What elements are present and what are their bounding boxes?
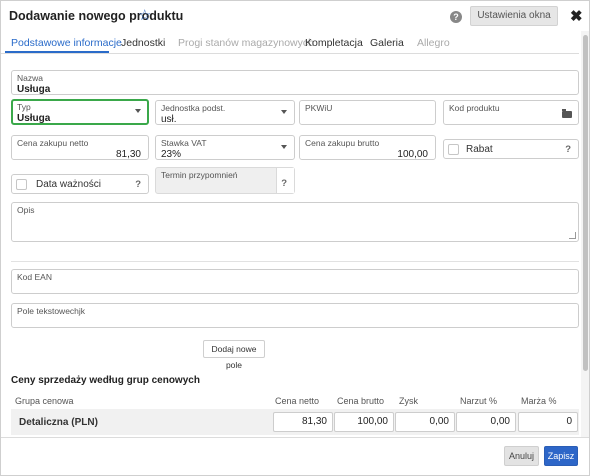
tab-basic-info[interactable]: Podstawowe informacje: [11, 37, 122, 49]
price-groups-title: Ceny sprzedaży według grup cenowych: [11, 375, 200, 386]
tab-gallery[interactable]: Galeria: [370, 37, 404, 49]
price-header-gross: Cena brutto: [337, 396, 385, 406]
tab-units[interactable]: Jednostki: [121, 37, 165, 49]
chevron-down-icon: [135, 109, 141, 113]
discount-field: Rabat ?: [443, 139, 579, 159]
purchase-gross-price-value: 100,00: [397, 149, 428, 160]
price-group-name: Detaliczna (PLN): [19, 417, 98, 428]
tab-stock-thresholds: Progi stanów magazynowych: [178, 37, 314, 49]
folder-icon[interactable]: [562, 109, 572, 118]
resize-handle-icon[interactable]: [569, 232, 576, 239]
chevron-down-icon: [281, 145, 287, 149]
save-button[interactable]: Zapisz: [544, 446, 578, 466]
dialog-title: Dodawanie nowego produktu: [9, 9, 184, 23]
reminder-term-label: Termin przypomnień: [161, 170, 238, 180]
chevron-down-icon: [281, 110, 287, 114]
product-code-field[interactable]: Kod produktu: [443, 100, 579, 125]
active-tab-indicator: [5, 51, 109, 53]
pkwiu-field[interactable]: PKWiU: [299, 100, 436, 125]
window-settings-button[interactable]: Ustawienia okna: [470, 6, 558, 26]
name-label: Nazwa: [17, 73, 43, 83]
base-unit-value: usł.: [161, 114, 177, 125]
product-dialog: Dodawanie nowego produktu ☆ ? Ustawienia…: [0, 0, 590, 476]
favorite-star-icon[interactable]: ☆: [138, 6, 151, 24]
discount-checkbox[interactable]: [448, 144, 459, 155]
discount-help-icon[interactable]: ?: [565, 144, 571, 155]
purchase-gross-price-label: Cena zakupu brutto: [305, 138, 380, 148]
base-unit-select[interactable]: Jednostka podst. usł.: [155, 100, 295, 125]
vat-rate-value: 23%: [161, 149, 182, 160]
purchase-net-price-label: Cena zakupu netto: [17, 138, 89, 148]
type-select[interactable]: Typ Usługa: [11, 99, 149, 125]
purchase-gross-price-field[interactable]: Cena zakupu brutto 100,00: [299, 135, 436, 160]
vat-rate-select[interactable]: Stawka VAT 23%: [155, 135, 295, 160]
help-icon[interactable]: ?: [450, 11, 462, 23]
reminder-term-field: Termin przypomnień ?: [155, 167, 295, 194]
margin-input[interactable]: 0: [518, 412, 578, 432]
dialog-header: Dodawanie nowego produktu ☆ ? Ustawienia…: [1, 1, 589, 31]
expiry-date-checkbox[interactable]: [16, 179, 27, 190]
discount-label: Rabat: [466, 144, 493, 155]
add-new-field-button[interactable]: Dodaj nowe pole: [203, 340, 265, 370]
price-header-net: Cena netto: [275, 396, 320, 406]
name-value: Usługa: [17, 84, 51, 95]
custom-text-field[interactable]: Pole tekstowechjk: [11, 303, 579, 328]
ean-code-field[interactable]: Kod EAN: [11, 269, 579, 294]
dialog-footer: [1, 437, 589, 475]
description-label: Opis: [17, 205, 35, 215]
section-divider: [11, 261, 579, 262]
close-icon[interactable]: ✖: [570, 7, 583, 25]
product-code-label: Kod produktu: [449, 103, 500, 113]
type-label: Typ: [17, 102, 31, 112]
description-textarea[interactable]: Opis: [11, 202, 579, 242]
price-header-margin: Marża %: [521, 396, 557, 406]
custom-text-label: Pole tekstowechjk: [17, 306, 86, 316]
type-value: Usługa: [17, 113, 51, 124]
cancel-button[interactable]: Anuluj: [504, 446, 539, 466]
name-field[interactable]: Nazwa Usługa: [11, 70, 579, 95]
scrollbar-thumb[interactable]: [583, 35, 588, 371]
expiry-date-field: Data ważności ?: [11, 174, 149, 194]
ean-code-label: Kod EAN: [17, 272, 52, 282]
markup-input[interactable]: 0,00: [456, 412, 516, 432]
purchase-net-price-value: 81,30: [115, 149, 141, 160]
tab-allegro: Allegro: [417, 37, 450, 49]
pkwiu-label: PKWiU: [305, 103, 333, 113]
price-header-profit: Zysk: [399, 396, 418, 406]
gross-price-input[interactable]: 100,00: [334, 412, 394, 432]
tab-bundling[interactable]: Kompletacja: [305, 37, 363, 49]
expiry-date-help-icon[interactable]: ?: [135, 179, 141, 190]
reminder-term-help-icon[interactable]: ?: [281, 178, 287, 189]
net-price-input[interactable]: 81,30: [273, 412, 333, 432]
vat-rate-label: Stawka VAT: [161, 138, 207, 148]
profit-input[interactable]: 0,00: [395, 412, 455, 432]
price-header-markup: Narzut %: [460, 396, 498, 406]
purchase-net-price-field[interactable]: Cena zakupu netto 81,30: [11, 135, 149, 160]
price-header-group: Grupa cenowa: [15, 396, 74, 406]
expiry-date-label: Data ważności: [36, 179, 102, 190]
base-unit-label: Jednostka podst.: [161, 103, 226, 113]
